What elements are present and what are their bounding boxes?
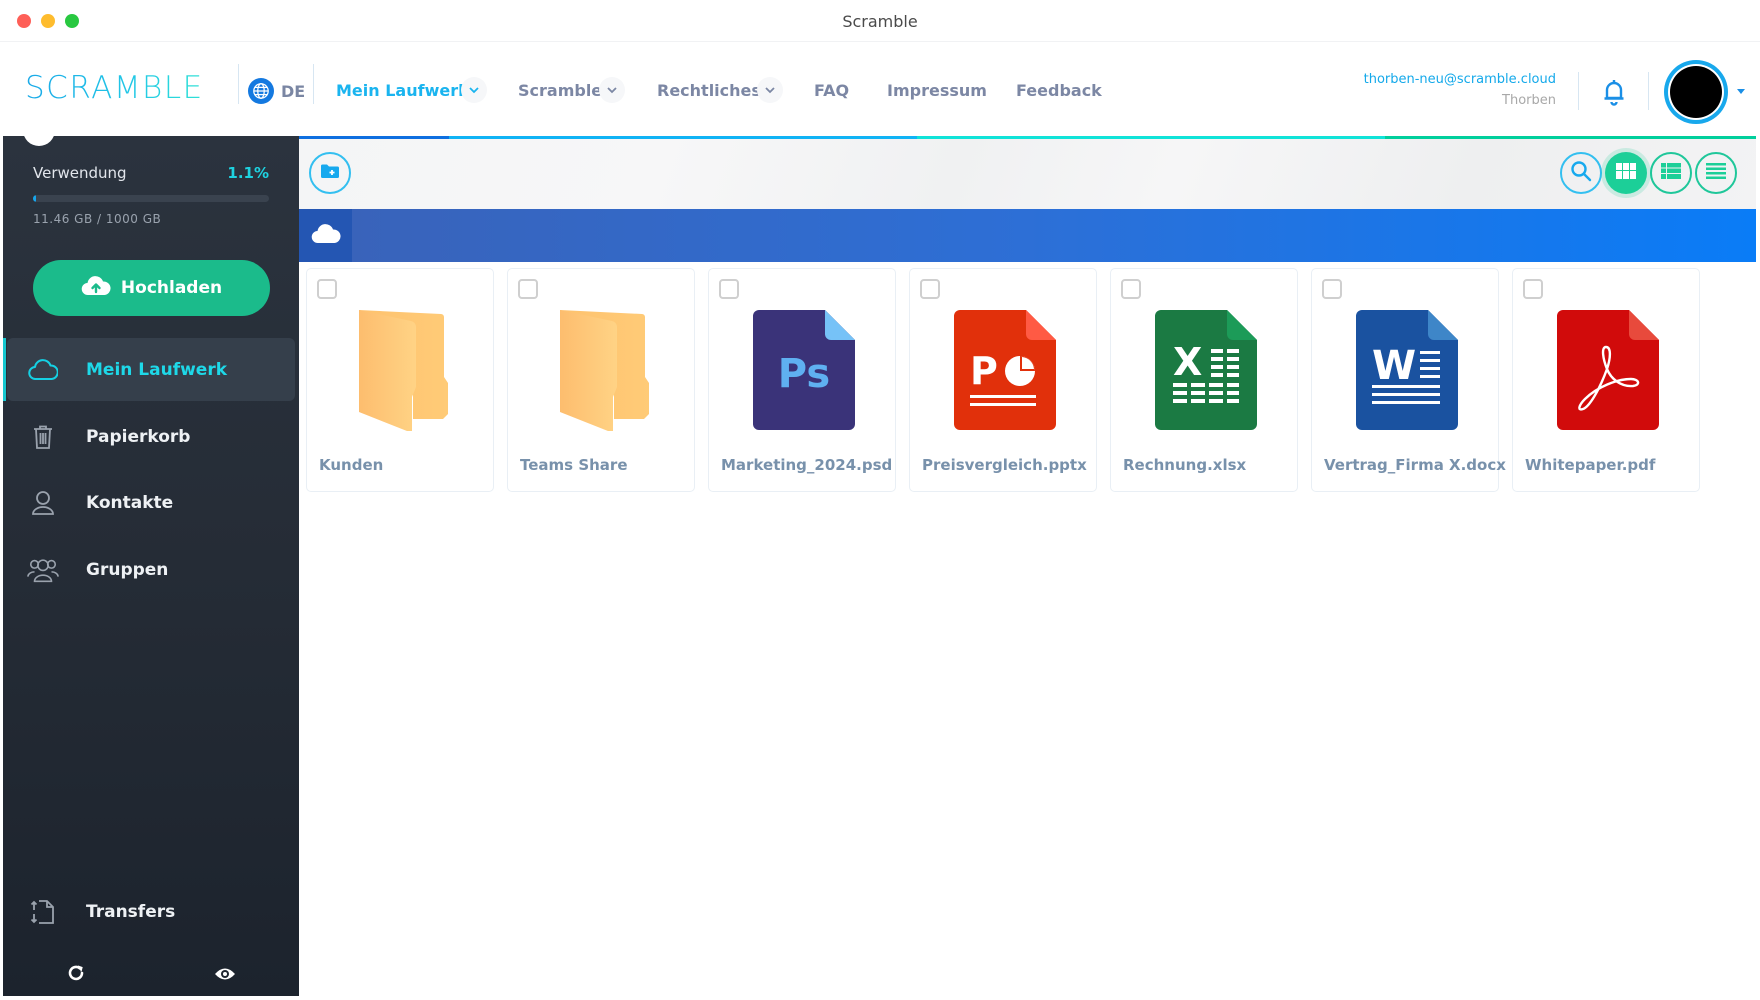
file-name: Preisvergleich.pptx	[922, 456, 1087, 474]
nav-mein-laufwerk[interactable]: Mein Laufwerk	[336, 81, 469, 100]
sidebar-item-label: Transfers	[86, 901, 176, 922]
svg-text:P: P	[970, 349, 998, 393]
select-checkbox[interactable]	[317, 279, 337, 299]
nav-faq[interactable]: FAQ	[814, 81, 849, 100]
view-grid-button[interactable]	[1605, 152, 1647, 194]
usage-progress-fill	[33, 195, 36, 202]
avatar[interactable]	[1664, 60, 1728, 124]
chevron-down-icon[interactable]	[461, 77, 487, 103]
folder-icon	[349, 307, 453, 433]
users-icon	[27, 554, 59, 586]
header-divider	[1578, 72, 1579, 110]
file-card-pptx[interactable]: P Preisvergleich.pptx	[909, 268, 1097, 492]
file-card-folder[interactable]: Kunden	[306, 268, 494, 492]
window-title: Scramble	[842, 12, 918, 31]
select-checkbox[interactable]	[518, 279, 538, 299]
excel-file-icon: X	[1153, 307, 1257, 431]
view-list-detail-button[interactable]	[1650, 152, 1692, 194]
select-checkbox[interactable]	[719, 279, 739, 299]
breadcrumb-root[interactable]	[299, 209, 352, 262]
file-name: Rechnung.xlsx	[1123, 456, 1247, 474]
file-card-xlsx[interactable]: X Rechnung.xlsx	[1110, 268, 1298, 492]
header-divider	[238, 64, 239, 104]
upload-button[interactable]: Hochladen	[33, 260, 270, 316]
cloud-upload-icon	[81, 275, 111, 301]
caret-down-icon[interactable]	[1737, 89, 1745, 94]
main-content: Kunden Teams Share Ps Marketing_2024.psd	[299, 136, 1756, 1000]
sidebar: Verwendung 1.1% 11.46 GB / 1000 GB Hochl…	[3, 136, 299, 996]
sidebar-item-label: Gruppen	[86, 559, 169, 580]
transfers-icon	[27, 896, 59, 928]
nav-scramble[interactable]: Scramble	[518, 81, 602, 100]
trash-icon	[27, 421, 59, 453]
svg-text:W: W	[1372, 343, 1416, 389]
photoshop-file-icon: Ps	[751, 307, 855, 431]
sidebar-item-label: Papierkorb	[86, 426, 191, 447]
powerpoint-file-icon: P	[952, 307, 1056, 431]
grid-icon	[1616, 163, 1636, 183]
sidebar-item-gruppen[interactable]: Gruppen	[7, 538, 295, 601]
pdf-file-icon	[1555, 307, 1659, 431]
sidebar-top-handle	[23, 136, 55, 146]
sidebar-item-label: Kontakte	[86, 492, 174, 513]
eye-icon[interactable]	[214, 966, 236, 985]
svg-text:X: X	[1173, 340, 1202, 384]
sidebar-item-mein-laufwerk[interactable]: Mein Laufwerk	[3, 338, 295, 401]
list-detail-icon	[1661, 163, 1681, 183]
globe-icon[interactable]	[248, 78, 274, 104]
file-name: Vertrag_Firma X.docx	[1324, 456, 1506, 474]
upload-button-label: Hochladen	[120, 278, 223, 298]
user-email: thorben-neu@scramble.cloud	[1363, 72, 1556, 87]
search-button[interactable]	[1560, 152, 1602, 194]
top-header: SCRAMBLE DE Mein Laufwerk Scramble Recht…	[0, 42, 1760, 136]
sidebar-item-transfers[interactable]: Transfers	[7, 880, 295, 943]
folder-plus-icon	[320, 163, 340, 183]
select-checkbox[interactable]	[920, 279, 940, 299]
sidebar-item-papierkorb[interactable]: Papierkorb	[7, 405, 295, 468]
usage-progress-bar	[33, 195, 269, 202]
search-icon	[1570, 160, 1592, 186]
language-selector[interactable]: DE	[281, 82, 305, 101]
sidebar-item-kontakte[interactable]: Kontakte	[7, 471, 295, 534]
cloud-icon	[27, 354, 59, 386]
file-name: Kunden	[319, 456, 384, 474]
file-card-psd[interactable]: Ps Marketing_2024.psd	[708, 268, 896, 492]
toolbar	[299, 139, 1756, 209]
folder-icon	[550, 307, 654, 433]
header-divider	[1648, 72, 1649, 110]
file-name: Whitepaper.pdf	[1525, 456, 1656, 474]
select-checkbox[interactable]	[1121, 279, 1141, 299]
usage-text: 11.46 GB / 1000 GB	[33, 212, 162, 226]
file-name: Marketing_2024.psd	[721, 456, 893, 474]
cloud-icon	[311, 223, 341, 248]
file-card-folder[interactable]: Teams Share	[507, 268, 695, 492]
nav-feedback[interactable]: Feedback	[1016, 81, 1102, 100]
usage-percent: 1.1%	[227, 164, 269, 182]
select-checkbox[interactable]	[1322, 279, 1342, 299]
refresh-icon[interactable]	[67, 964, 85, 986]
select-checkbox[interactable]	[1523, 279, 1543, 299]
window-titlebar: Scramble	[0, 0, 1760, 42]
bell-icon[interactable]	[1600, 77, 1628, 107]
user-name: Thorben	[1502, 93, 1556, 108]
scramble-logo[interactable]: SCRAMBLE	[25, 70, 204, 106]
word-file-icon: W	[1354, 307, 1458, 431]
sidebar-item-label: Mein Laufwerk	[86, 359, 228, 380]
chevron-down-icon[interactable]	[599, 77, 625, 103]
view-compact-list-button[interactable]	[1695, 152, 1737, 194]
list-icon	[1706, 163, 1726, 183]
svg-text:Ps: Ps	[778, 351, 830, 397]
header-divider	[313, 64, 314, 104]
user-icon	[27, 487, 59, 519]
nav-impressum[interactable]: Impressum	[887, 81, 987, 100]
file-card-docx[interactable]: W Vertrag_Firma X.docx	[1311, 268, 1506, 492]
file-name: Teams Share	[520, 456, 628, 474]
file-card-pdf[interactable]: Whitepaper.pdf	[1512, 268, 1700, 492]
breadcrumb-bar	[299, 209, 1756, 262]
chevron-down-icon[interactable]	[757, 77, 783, 103]
avatar-image	[1670, 66, 1722, 118]
usage-label: Verwendung	[33, 164, 127, 182]
nav-rechtliches[interactable]: Rechtliches	[657, 81, 761, 100]
new-folder-button[interactable]	[309, 152, 351, 194]
